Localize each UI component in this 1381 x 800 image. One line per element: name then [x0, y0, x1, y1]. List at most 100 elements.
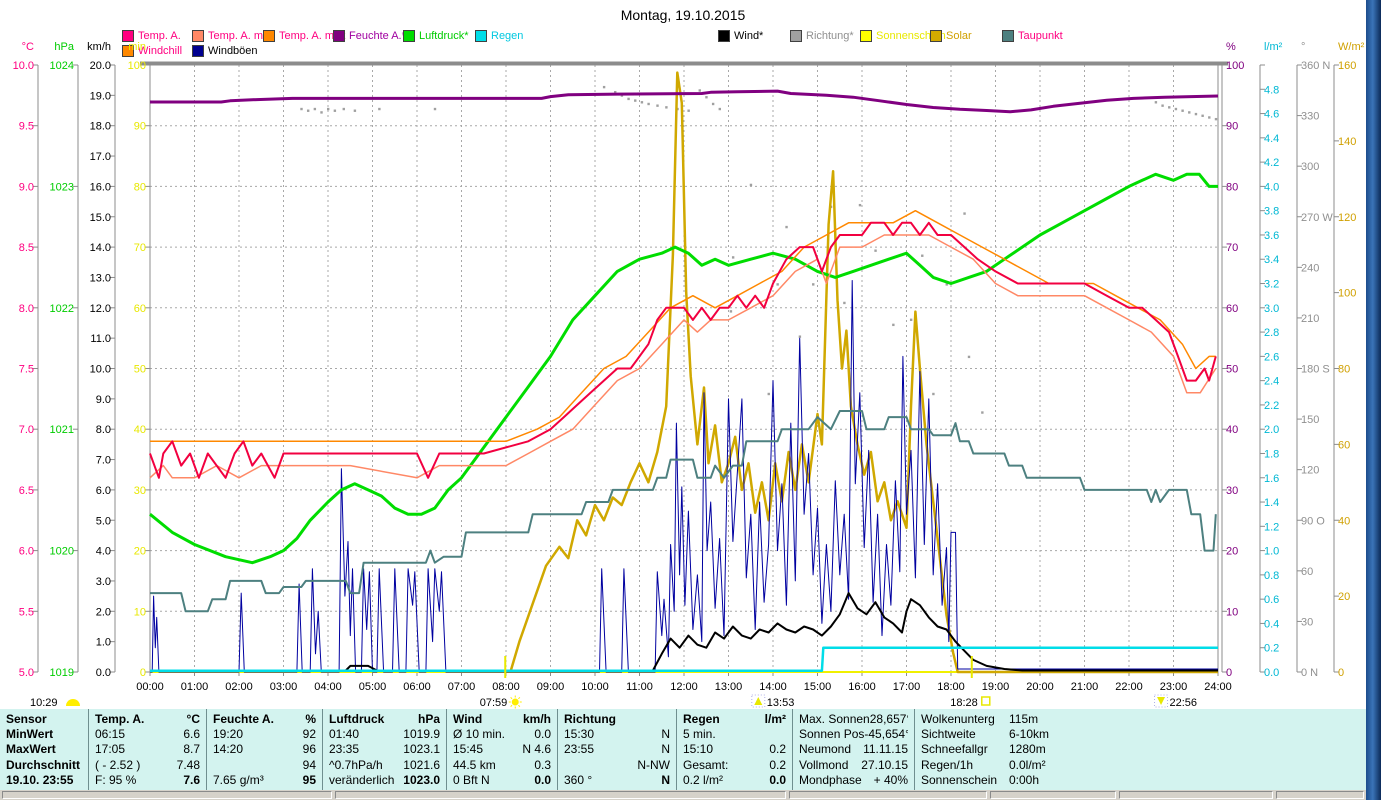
axis-tick-label: 80 — [1338, 364, 1350, 376]
sun-ray — [518, 704, 521, 707]
x-tick-label: 23:00 — [1160, 681, 1188, 693]
status-bar-segment — [2, 791, 332, 799]
axis-tick-label: 300 — [1301, 161, 1319, 173]
axis-tick-label: 40 — [134, 424, 146, 436]
series-richtung-dot — [921, 254, 924, 257]
sun-ray — [518, 697, 521, 700]
series-richtung-dot — [705, 96, 708, 99]
table-col-astro: Max. Sonnen 28,657° Sonnen Pos -45,654° Neum… — [793, 709, 915, 790]
series-richtung-dot — [843, 301, 846, 305]
axis-tick-label: 1.8 — [1264, 448, 1279, 460]
axis-tick-label: 40 — [1226, 424, 1238, 436]
table-cell: 0.2 l/m² 0.0 — [683, 773, 786, 788]
axis-tick-label: 6.0 — [96, 485, 111, 497]
astro-marker-time: 13:53 — [767, 697, 795, 709]
axis-tick-label: 80 — [1226, 181, 1238, 193]
table-col-header: Luftdruck hPa — [329, 711, 440, 726]
axis-tick-label: 180 S — [1301, 364, 1330, 376]
axis-tick-label: 30 — [1226, 485, 1238, 497]
axis-tick-label: 4.6 — [1264, 109, 1279, 121]
axis-tick-label: 8.0 — [96, 424, 111, 436]
table-col-richtung: Richtung 15:30 N 23:55 N N-NW 360 ° N — [558, 709, 677, 790]
axis-tick-label: 0.4 — [1264, 618, 1279, 630]
axis-tick-label: 10 — [134, 606, 146, 618]
axis-tick-label: 7.0 — [19, 424, 34, 436]
table-row-label: Sensor — [6, 711, 47, 726]
axis-tick-label: 1019 — [50, 667, 74, 679]
axis-tick-label: 7.5 — [19, 364, 34, 376]
table-cell: Vollmond 27.10.15 — [799, 757, 908, 772]
series-richtung-dot — [1174, 107, 1178, 111]
series-richtung-dot — [729, 310, 733, 313]
axis-tick-label: 140 — [1338, 136, 1356, 148]
axis-tick-label: 1.0 — [1264, 546, 1279, 558]
axis-unit-label: W/m² — [1338, 41, 1365, 53]
series-solar — [509, 71, 1218, 674]
axis-unit-label: min — [128, 41, 146, 53]
x-tick-label: 02:00 — [225, 681, 253, 693]
axis-tick-label: 60 — [134, 303, 146, 315]
series-richtung-dot — [767, 392, 770, 396]
series-richtung-dot — [1214, 117, 1218, 121]
axis-tick-label: 1.6 — [1264, 473, 1279, 485]
astro-marker-time: 10:29 — [30, 697, 58, 709]
x-tick-label: 01:00 — [181, 681, 209, 693]
table-cell: 5 min. — [683, 727, 716, 742]
axis-tick-label: 10.0 — [13, 60, 34, 72]
series-richtung-dot — [1188, 111, 1191, 114]
axis-tick-label: 3.0 — [1264, 303, 1279, 315]
axis-tick-label: 1.4 — [1264, 497, 1279, 509]
axis-tick-label: 10 — [1226, 606, 1238, 618]
axis-tick-label: 2.0 — [1264, 424, 1279, 436]
table-cell: ( - 2.52 ) 7.48 — [95, 757, 200, 772]
axis-tick-label: 330 — [1301, 111, 1319, 123]
axis-tick-label: 4.8 — [1264, 84, 1279, 96]
table-cell: 15:10 0.2 — [683, 742, 786, 757]
axis-tick-label: 100 — [1338, 288, 1356, 300]
table-cell: 23:35 1023.1 — [329, 742, 440, 757]
axis-tick-label: 6.5 — [19, 485, 34, 497]
axis-tick-label: 2.4 — [1264, 376, 1279, 388]
axis-tick-label: 0.0 — [96, 667, 111, 679]
axis-tick-label: 60 — [1226, 303, 1238, 315]
axis-tick-label: 210 — [1301, 313, 1319, 325]
axis-tick-label: 4.0 — [96, 546, 111, 558]
axis-tick-label: 19.0 — [90, 90, 111, 102]
axis-unit-label: hPa — [54, 41, 74, 53]
axis-tick-label: 4.0 — [1264, 181, 1279, 193]
x-tick-label: 20:00 — [1026, 681, 1054, 693]
table-cell: Gesamt: 0.2 — [683, 757, 786, 772]
table-cell: 23:55 N — [564, 742, 670, 757]
series-richtung-dot — [798, 335, 802, 338]
sunset-square-icon — [981, 696, 991, 706]
series-richtung-dot — [858, 203, 862, 207]
axis-tick-label: 60 — [1301, 566, 1313, 578]
axis-tick-label: 2.6 — [1264, 351, 1279, 363]
axis-tick-label: 90 O — [1301, 515, 1325, 527]
x-tick-label: 09:00 — [537, 681, 565, 693]
axis-tick-label: 2.8 — [1264, 327, 1279, 339]
moon-icon — [66, 699, 80, 706]
series-richtung-dot — [967, 355, 971, 359]
table-cell: 0 Bft N 0.0 — [453, 773, 551, 788]
axis-tick-label: 17.0 — [90, 151, 111, 163]
series-richtung-dot — [378, 107, 381, 111]
axis-tick-label: 1024 — [50, 60, 74, 72]
axis-tick-label: 3.4 — [1264, 254, 1279, 266]
axis-tick-label: 1023 — [50, 181, 74, 193]
series-temp-a-max — [150, 209, 1216, 443]
series-richtung-dot — [909, 318, 913, 322]
series-richtung-dot — [718, 107, 721, 111]
status-bar-segment — [1276, 791, 1364, 799]
series-richtung-dot — [647, 102, 650, 106]
table-col-header: Regen l/m² — [683, 711, 786, 726]
series-richtung-dot — [313, 107, 317, 111]
axis-tick-label: 40 — [1338, 515, 1350, 527]
table-cell: 06:15 6.6 — [95, 727, 200, 742]
series-richtung-dot — [892, 323, 895, 327]
series-richtung-dot — [812, 283, 815, 286]
table-col-header: Feuchte A.% — [213, 711, 316, 726]
x-tick-label: 14:00 — [759, 681, 787, 693]
summary-table: Sensor MinWert MaxWert Durchschnitt 19.10. 2… — [0, 709, 1366, 790]
axis-tick-label: 20.0 — [90, 60, 111, 72]
